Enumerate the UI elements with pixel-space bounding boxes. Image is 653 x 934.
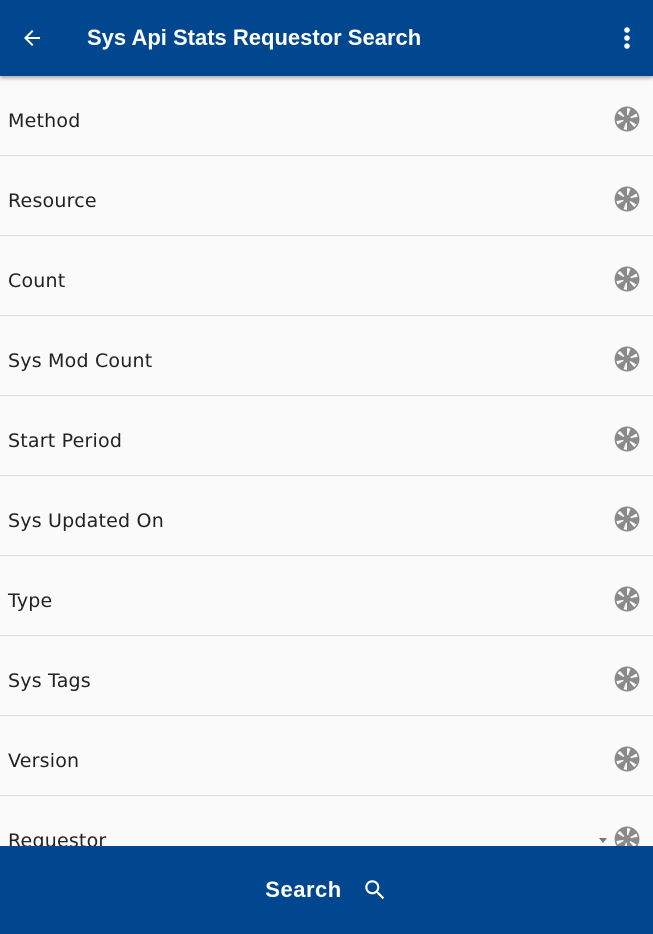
list-item[interactable]: Start Period — [0, 396, 653, 476]
list-item[interactable]: Sys Tags — [0, 636, 653, 716]
aperture-icon[interactable] — [614, 746, 640, 772]
aperture-icon[interactable] — [614, 826, 640, 846]
field-label: Requestor — [8, 830, 107, 846]
arrow-left-icon — [24, 30, 40, 46]
aperture-icon[interactable] — [614, 346, 640, 372]
field-label: Version — [8, 750, 80, 772]
list-item[interactable]: Sys Mod Count — [0, 316, 653, 396]
list-item[interactable]: Type — [0, 556, 653, 636]
bottom-bar: Search — [0, 846, 653, 934]
list-item[interactable]: Version — [0, 716, 653, 796]
aperture-icon[interactable] — [614, 586, 640, 612]
aperture-icon[interactable] — [614, 266, 640, 292]
aperture-icon[interactable] — [614, 186, 640, 212]
field-label: Sys Mod Count — [8, 350, 153, 372]
more-vertical-icon — [624, 27, 630, 49]
aperture-icon[interactable] — [614, 106, 640, 132]
search-button[interactable]: Search — [0, 846, 653, 934]
field-label: Type — [8, 590, 53, 612]
aperture-icon[interactable] — [614, 506, 640, 532]
field-label: Count — [8, 270, 66, 292]
field-label: Sys Tags — [8, 670, 91, 692]
list-item[interactable]: Requestor — [0, 796, 653, 846]
dropdown-caret-icon[interactable] — [599, 838, 607, 843]
search-button-label: Search — [265, 877, 342, 902]
field-label: Start Period — [8, 430, 123, 452]
field-label: Sys Updated On — [8, 510, 164, 532]
app-bar: Sys Api Stats Requestor Search — [0, 0, 653, 76]
list-item[interactable]: Sys Updated On — [0, 476, 653, 556]
list-item[interactable]: Resource — [0, 156, 653, 236]
app-screen: Sys Api Stats Requestor Search Method Res… — [0, 0, 653, 934]
page-title: Sys Api Stats Requestor Search — [87, 25, 422, 50]
field-list[interactable]: Method Resource Count Sys Mod Count Start Pe… — [0, 76, 653, 846]
back-button[interactable] — [14, 20, 50, 56]
list-item[interactable]: Count — [0, 236, 653, 316]
list-item[interactable]: Method — [0, 76, 653, 156]
aperture-icon[interactable] — [614, 426, 640, 452]
field-label: Method — [8, 110, 81, 132]
aperture-icon[interactable] — [614, 666, 640, 692]
field-label: Resource — [8, 190, 97, 212]
search-icon — [364, 880, 384, 900]
overflow-menu-button[interactable] — [615, 20, 639, 56]
